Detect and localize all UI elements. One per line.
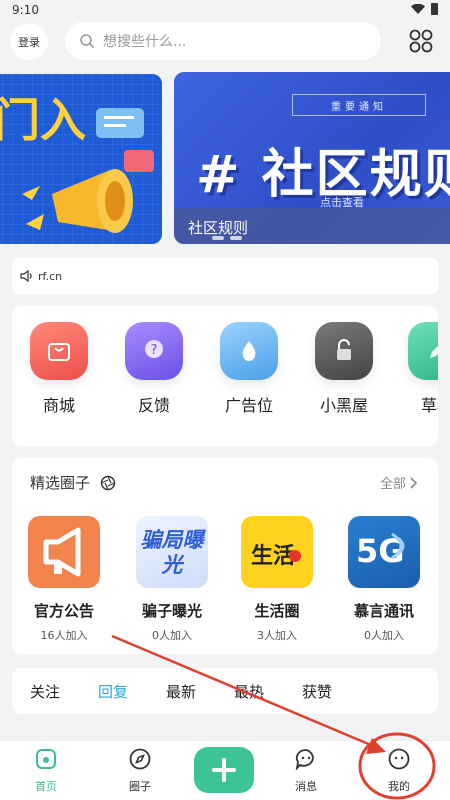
megaphone-icon — [28, 516, 100, 588]
circle-name: 骗子曝光 — [141, 602, 202, 620]
home-icon — [36, 749, 56, 769]
circle-member-count: 16人加入 — [40, 629, 88, 642]
carousel-indicator — [212, 236, 242, 240]
banner-slide-previous[interactable]: 门入 — [0, 74, 162, 244]
quick-link-feedback[interactable]: ? 反馈 — [115, 322, 193, 416]
announcement-text: rf.cn — [38, 269, 63, 283]
water-drop-icon — [220, 322, 278, 380]
apps-grid-icon[interactable] — [408, 28, 434, 54]
quick-link-label: 商城 — [42, 396, 75, 415]
profile-face-icon — [388, 748, 410, 770]
tab-latest[interactable]: 最新 — [166, 681, 196, 702]
life-icon: 生活 — [241, 516, 313, 588]
svg-text:?: ? — [151, 343, 158, 358]
wifi-icon — [411, 4, 425, 14]
aperture-icon — [100, 475, 116, 490]
nav-label: 圈子 — [129, 780, 151, 793]
chevron-right-icon — [410, 476, 418, 489]
search-icon — [80, 34, 95, 49]
compass-icon — [129, 748, 151, 770]
view-all-label: 全部 — [379, 477, 406, 492]
plus-icon — [212, 758, 236, 782]
status-bar: 9:10 — [0, 0, 450, 20]
question-icon: ? — [125, 322, 183, 380]
nav-home[interactable]: 首页 — [16, 747, 76, 794]
megaphone-banner-illustration: 门入 — [0, 74, 162, 244]
search-placeholder: 想搜些什么... — [103, 34, 187, 50]
top-bar: 登录 想搜些什么... — [0, 20, 450, 64]
circle-name: 生活圈 — [254, 602, 300, 620]
5g-icon: 5G — [348, 516, 420, 588]
feed-tabs: 关注 回复 最新 最热 获赞 — [12, 668, 438, 714]
quick-links-card: 商城 ? 反馈 广告位 小黑屋 草稿 — [12, 306, 438, 446]
quick-link-label: 草稿 — [420, 396, 438, 415]
circle-member-count: 3人加入 — [257, 629, 297, 642]
circle-item-scam[interactable]: 骗局曝光 骗子曝光 0人加入 — [120, 516, 224, 643]
quick-link-label: 反馈 — [137, 396, 170, 415]
quick-link-label: 广告位 — [224, 396, 273, 415]
banner-left-text: 门入 — [0, 93, 86, 147]
nav-circles[interactable]: 圈子 — [110, 747, 170, 794]
featured-circles-card: 精选圈子 全部 官方公告 16人加入 骗局曝光 骗子曝光 0人加入 生活 生活圈… — [12, 458, 438, 654]
tab-hottest[interactable]: 最热 — [234, 681, 264, 702]
circle-member-count: 0人加入 — [364, 629, 404, 642]
status-time: 9:10 — [12, 3, 39, 17]
nav-label: 消息 — [295, 780, 317, 793]
featured-circles-title: 精选圈子 — [30, 474, 91, 492]
tab-follow[interactable]: 关注 — [30, 681, 60, 702]
quick-link-drafts[interactable]: 草稿 — [398, 322, 438, 416]
battery-icon — [431, 3, 438, 15]
bottom-nav: 首页 圈子 消息 我的 — [0, 740, 450, 800]
view-all-circles-button[interactable]: 全部 — [380, 473, 418, 492]
speaker-icon — [20, 270, 32, 282]
announcement-bar[interactable]: rf.cn — [12, 258, 438, 294]
tab-reply[interactable]: 回复 — [98, 681, 128, 702]
quick-link-ad-slot[interactable]: 广告位 — [210, 322, 288, 416]
circle-item-life[interactable]: 生活 生活圈 3人加入 — [225, 516, 329, 643]
nav-label: 我的 — [388, 780, 410, 793]
featured-circles-header: 精选圈子 — [30, 472, 116, 493]
pen-icon — [408, 322, 438, 380]
system-icons — [411, 3, 438, 15]
padlock-icon — [315, 322, 373, 380]
quick-link-shop[interactable]: 商城 — [20, 322, 98, 416]
banner-notice-label: 重要通知 — [292, 94, 426, 116]
nav-mine[interactable]: 我的 — [369, 747, 429, 794]
login-button[interactable]: 登录 — [10, 24, 48, 60]
circle-item-official[interactable]: 官方公告 16人加入 — [12, 516, 116, 643]
scam-exposure-icon: 骗局曝光 — [136, 516, 208, 588]
circle-name: 官方公告 — [33, 602, 94, 620]
banner-carousel[interactable]: 门入 重要通知 # 社区规则 点击查看 社区规则 — [0, 70, 450, 248]
circle-member-count: 0人加入 — [152, 629, 192, 642]
shopping-bag-icon — [30, 322, 88, 380]
tab-liked[interactable]: 获赞 — [302, 681, 332, 702]
chat-bubble-icon — [295, 749, 314, 771]
quick-link-blacklist[interactable]: 小黑屋 — [305, 322, 383, 416]
nav-label: 首页 — [35, 780, 57, 793]
quick-link-label: 小黑屋 — [319, 396, 368, 415]
banner-slide-community-rules[interactable]: 重要通知 # 社区规则 点击查看 社区规则 — [174, 72, 450, 244]
search-input[interactable]: 想搜些什么... — [65, 22, 381, 60]
circle-item-telecom[interactable]: 5G 慕言通讯 0人加入 — [332, 516, 436, 643]
scam-icon-text: 骗局曝光 — [140, 528, 204, 577]
circle-name: 慕言通讯 — [353, 602, 414, 620]
create-post-button[interactable] — [194, 747, 254, 793]
nav-messages[interactable]: 消息 — [276, 747, 336, 794]
